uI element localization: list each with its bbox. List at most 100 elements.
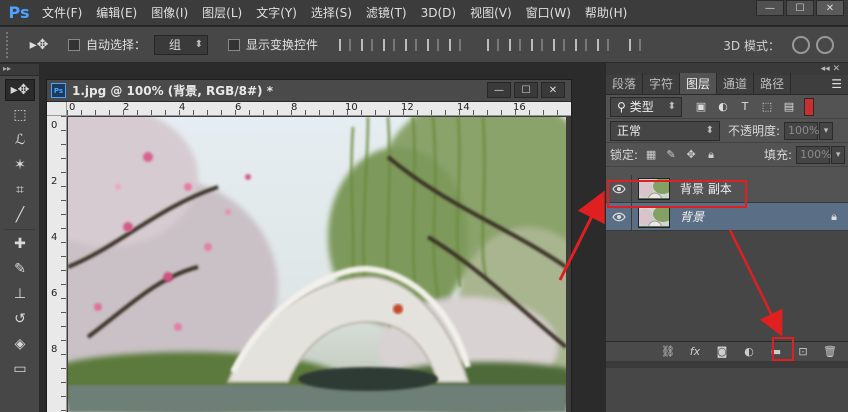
distribute-left-icon[interactable] — [548, 35, 570, 55]
filter-shape-icon[interactable]: ⬚ — [758, 99, 776, 115]
delete-layer-trash-icon[interactable]: 🗑︎ — [821, 344, 839, 360]
add-mask-icon[interactable]: ◙ — [713, 344, 731, 360]
menu-help[interactable]: 帮助(H) — [585, 4, 627, 21]
align-right-icon[interactable] — [444, 35, 466, 55]
roll-3d-icon[interactable] — [816, 36, 834, 54]
image-canvas[interactable] — [68, 117, 566, 412]
layer-name[interactable]: 背景 副本 — [680, 180, 732, 197]
distribute-right-icon[interactable] — [592, 35, 614, 55]
layer-name[interactable]: 背景 — [680, 208, 704, 225]
auto-align-icon[interactable] — [624, 35, 646, 55]
show-transform-checkbox[interactable] — [228, 38, 241, 51]
align-top-icon[interactable] — [334, 35, 356, 55]
align-vcenter-icon[interactable] — [356, 35, 378, 55]
opacity-input[interactable]: 100% — [784, 121, 820, 140]
fill-dropdown-icon[interactable]: ▾ — [831, 145, 846, 164]
lock-pixels-icon[interactable]: ✎ — [664, 148, 678, 162]
filter-smart-object-icon[interactable]: ▤ — [780, 99, 798, 115]
tab-channels[interactable]: 通道 — [717, 73, 755, 94]
menu-image[interactable]: 图像(I) — [151, 4, 188, 21]
crop-tool-icon[interactable]: ⌗ — [5, 179, 35, 201]
menu-window[interactable]: 窗口(W) — [526, 4, 571, 21]
filter-toggle[interactable] — [804, 97, 814, 116]
healing-brush-tool-icon[interactable]: ✚ — [5, 233, 35, 255]
options-grip[interactable] — [6, 31, 12, 58]
auto-select-dropdown[interactable]: 组 — [154, 34, 209, 55]
layer-background[interactable]: 背景 🔒︎ — [606, 202, 848, 231]
filter-adjustment-icon[interactable]: ◐ — [714, 99, 732, 115]
marquee-tool-icon[interactable]: ⬚ — [5, 104, 35, 126]
close-button[interactable]: ✕ — [816, 0, 844, 16]
align-hcenter-icon[interactable] — [422, 35, 444, 55]
tools-panel-header[interactable]: ▸▸ — [0, 64, 39, 76]
menu-view[interactable]: 视图(V) — [470, 4, 512, 21]
new-layer-icon[interactable]: ⊡ — [794, 344, 812, 360]
adjustment-layer-icon[interactable]: ◐ — [740, 344, 758, 360]
document-title: 1.jpg @ 100% (背景, RGB/8#) * — [72, 84, 273, 98]
brush-tool-icon[interactable]: ✎ — [5, 258, 35, 280]
fill-input[interactable]: 100% — [796, 145, 832, 164]
minimize-button[interactable]: — — [756, 0, 784, 16]
menu-file[interactable]: 文件(F) — [42, 4, 82, 21]
doc-close-button[interactable]: ✕ — [541, 82, 565, 98]
lock-all-icon[interactable]: 🔒︎ — [704, 148, 718, 162]
move-tool-icon[interactable]: ▸✥ — [5, 79, 35, 101]
tab-character[interactable]: 字符 — [643, 73, 681, 94]
restore-button[interactable]: ☐ — [786, 0, 814, 16]
new-group-folder-icon[interactable]: ▬ — [767, 344, 785, 360]
menu-select[interactable]: 选择(S) — [311, 4, 352, 21]
layer-lock-icon[interactable]: 🔒︎ — [831, 210, 837, 224]
tools-divider — [4, 229, 35, 230]
lasso-tool-icon[interactable]: ℒ — [5, 129, 35, 151]
eyedropper-tool-icon[interactable]: ╱ — [5, 204, 35, 226]
show-transform-label: 显示变换控件 — [246, 38, 319, 52]
options-bar: ▸✥ 自动选择： 组 显示变换控件 3D 模式： — [0, 27, 848, 63]
tab-paths[interactable]: 路径 — [754, 73, 792, 94]
layer-filter-row: ⚲ 类型 ▣ ◐ T ⬚ ▤ — [606, 95, 848, 119]
align-left-icon[interactable] — [400, 35, 422, 55]
panel-menu-icon[interactable]: ☰ — [831, 77, 842, 91]
tab-paragraph[interactable]: 段落 — [606, 73, 644, 94]
eraser-tool-icon[interactable]: ◈ — [5, 333, 35, 355]
distribute-hcenter-icon[interactable] — [570, 35, 592, 55]
lock-transparent-icon[interactable]: ▦ — [644, 148, 658, 162]
distribute-top-icon[interactable] — [482, 35, 504, 55]
tab-layers[interactable]: 图层 — [680, 73, 718, 94]
history-brush-tool-icon[interactable]: ↺ — [5, 308, 35, 330]
visibility-eye-icon[interactable] — [606, 174, 632, 203]
clone-stamp-tool-icon[interactable]: ⊥ — [5, 283, 35, 305]
doc-restore-button[interactable]: ☐ — [514, 82, 538, 98]
panel-resize-handle[interactable] — [606, 361, 848, 368]
visibility-eye-icon[interactable] — [606, 202, 632, 231]
opacity-label: 不透明度: — [728, 124, 781, 138]
orbit-3d-icon[interactable] — [792, 36, 810, 54]
menu-filter[interactable]: 滤镜(T) — [366, 4, 407, 21]
magic-wand-tool-icon[interactable]: ✶ — [5, 154, 35, 176]
filter-pixel-icon[interactable]: ▣ — [692, 99, 710, 115]
blend-mode-dropdown[interactable]: 正常 — [610, 120, 720, 141]
layer-style-fx-icon[interactable]: fx — [686, 344, 704, 360]
menu-layer[interactable]: 图层(L) — [202, 4, 242, 21]
filter-type-icon[interactable]: T — [736, 99, 754, 115]
ps-file-icon: Ps — [51, 83, 66, 98]
layer-background-copy[interactable]: 背景 副本 — [606, 174, 848, 203]
layer-filter-dropdown[interactable]: ⚲ 类型 — [610, 96, 682, 117]
link-layers-icon[interactable]: ⛓ — [659, 344, 677, 360]
distribute-vcenter-icon[interactable] — [504, 35, 526, 55]
vertical-ruler[interactable]: 0 2 4 6 8 — [47, 116, 67, 412]
menu-3d[interactable]: 3D(D) — [421, 6, 456, 20]
distribute-bottom-icon[interactable] — [526, 35, 548, 55]
document-tab[interactable]: Ps 1.jpg @ 100% (背景, RGB/8#) * — ☐ ✕ — [47, 80, 571, 102]
auto-select-checkbox[interactable] — [68, 38, 80, 51]
menu-type[interactable]: 文字(Y) — [256, 4, 297, 21]
horizontal-ruler[interactable]: 0 2 4 6 8 10 12 14 16 — [67, 102, 571, 116]
doc-minimize-button[interactable]: — — [487, 82, 511, 98]
align-bottom-icon[interactable] — [378, 35, 400, 55]
opacity-dropdown-icon[interactable]: ▾ — [819, 121, 834, 140]
lock-position-icon[interactable]: ✥ — [684, 148, 698, 162]
move-tool-preset-icon[interactable]: ▸✥ — [22, 34, 56, 56]
canvas-vertical-scrollbar[interactable] — [566, 116, 571, 412]
menu-edit[interactable]: 编辑(E) — [96, 4, 137, 21]
ruler-origin[interactable] — [47, 102, 67, 116]
gradient-tool-icon[interactable]: ▭ — [5, 358, 35, 380]
